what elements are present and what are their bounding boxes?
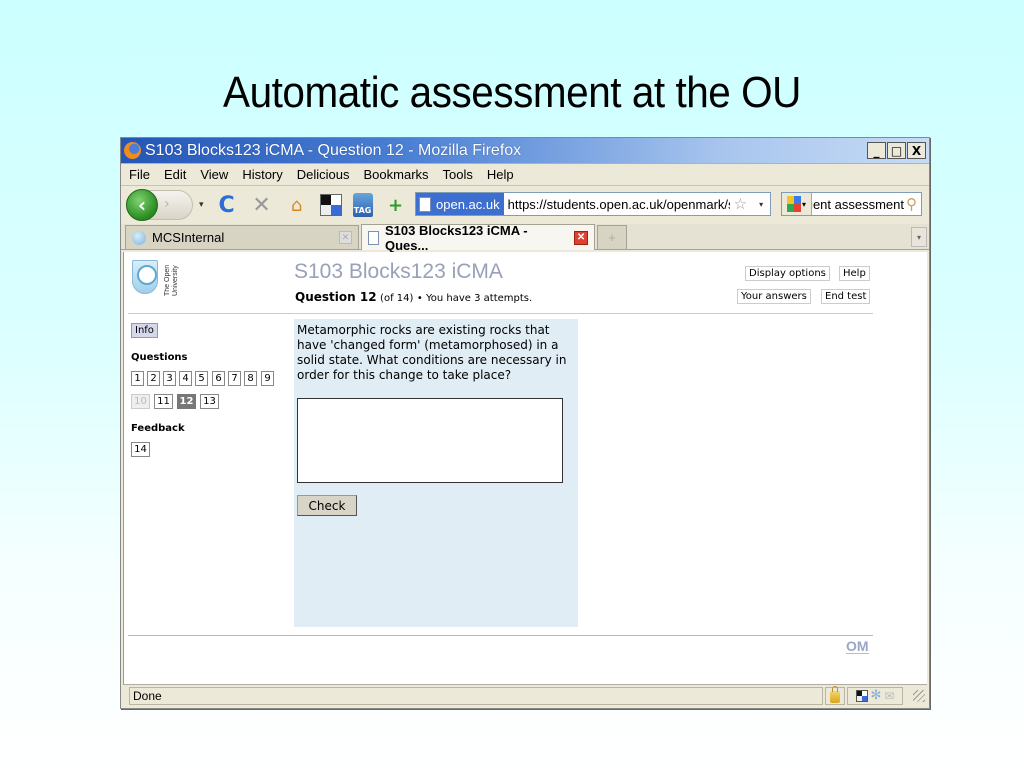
resize-grip-icon[interactable]	[913, 689, 925, 702]
globe-icon	[132, 230, 146, 245]
google-icon	[786, 196, 801, 212]
menu-delicious[interactable]: Delicious	[297, 167, 350, 182]
menu-bar: File Edit View History Delicious Bookmar…	[121, 164, 929, 186]
menu-tools[interactable]: Tools	[443, 167, 473, 182]
search-bar[interactable]: ▾ intelligent assessment ⚲	[781, 192, 922, 216]
header-divider	[128, 313, 873, 314]
new-folder-icon[interactable]: +	[384, 193, 408, 217]
stop-button[interactable]: ✕	[250, 193, 274, 218]
site-identity-label: open.ac.uk	[436, 196, 500, 212]
title-bar: S103 Blocks123 iCMA - Question 12 - Mozi…	[121, 138, 929, 164]
info-button[interactable]: Info	[131, 323, 158, 338]
question-text: Metamorphic rocks are existing rocks tha…	[297, 323, 567, 382]
feedback-nav-14[interactable]: 14	[131, 442, 150, 457]
menu-help[interactable]: Help	[487, 167, 514, 182]
snowflake-icon[interactable]: ✻	[871, 688, 882, 703]
engine-dropdown-icon: ▾	[801, 199, 806, 209]
question-nav-1[interactable]: 1	[131, 371, 144, 386]
home-button[interactable]: ⌂	[285, 193, 309, 217]
tab-list-dropdown-icon[interactable]: ▾	[911, 227, 927, 247]
close-button[interactable]: X	[907, 142, 926, 159]
browser-window: S103 Blocks123 iCMA - Question 12 - Mozi…	[120, 137, 930, 709]
question-panel: Metamorphic rocks are existing rocks tha…	[294, 319, 578, 627]
question-status-line: Question 12 (of 14) • You have 3 attempt…	[295, 290, 532, 304]
new-tab-button[interactable]: +	[597, 225, 627, 249]
tab-mcsinternal[interactable]: MCSInternal ✕	[125, 225, 359, 249]
reload-button[interactable]: C	[215, 193, 239, 218]
question-nav-7[interactable]: 7	[228, 371, 241, 386]
url-bar[interactable]: open.ac.uk https://students.open.ac.uk/o…	[415, 192, 771, 216]
status-text: Done	[129, 686, 823, 705]
history-dropdown-icon[interactable]: ▾	[199, 200, 204, 210]
search-engine-button[interactable]: ▾	[782, 193, 812, 215]
tab-label: S103 Blocks123 iCMA - Ques...	[384, 222, 528, 253]
forward-button[interactable]: ›	[164, 196, 170, 212]
tab-close-icon[interactable]: ✕	[339, 231, 352, 244]
addon-status-icons: ✻ ✉	[847, 686, 903, 705]
question-nav-8[interactable]: 8	[244, 371, 257, 386]
menu-file[interactable]: File	[129, 167, 150, 182]
question-nav-5[interactable]: 5	[195, 371, 208, 386]
ou-shield-icon	[132, 260, 158, 294]
minimize-button[interactable]: _	[867, 142, 886, 159]
url-input[interactable]: https://students.open.ac.uk/openmark/s10…	[504, 197, 730, 212]
end-test-button[interactable]: End test	[821, 289, 871, 304]
ou-logo-text: The Open University	[164, 264, 179, 296]
ou-logo	[132, 260, 162, 296]
question-label: Question 12	[295, 290, 377, 304]
tag-button[interactable]: TAG	[352, 193, 373, 217]
question-nav-12[interactable]: 12	[177, 394, 196, 409]
tab-bar: MCSInternal ✕ S103 Blocks123 iCMA - Ques…	[121, 222, 929, 253]
question-nav-10[interactable]: 10	[131, 394, 150, 409]
security-lock-cell[interactable]	[825, 686, 845, 705]
page-icon	[419, 196, 431, 212]
back-forward-group: ‹ ›	[126, 189, 193, 221]
menu-edit[interactable]: Edit	[164, 167, 186, 182]
search-go-icon[interactable]: ⚲	[906, 195, 917, 213]
display-options-button[interactable]: Display options	[745, 266, 830, 281]
menu-bookmarks[interactable]: Bookmarks	[364, 167, 429, 182]
status-bar: Done ✻ ✉	[123, 684, 927, 706]
tab-label: MCSInternal	[152, 230, 225, 245]
your-answers-button[interactable]: Your answers	[737, 289, 811, 304]
question-nav-4[interactable]: 4	[179, 371, 192, 386]
tab-icma[interactable]: S103 Blocks123 iCMA - Ques... ✕	[361, 222, 595, 253]
questions-heading: Questions	[131, 352, 188, 363]
question-nav-11[interactable]: 11	[154, 394, 173, 409]
url-dropdown-icon[interactable]: ▾	[759, 200, 763, 209]
attempts-text: • You have 3 attempts.	[416, 293, 533, 304]
lock-icon	[830, 686, 840, 703]
menu-history[interactable]: History	[242, 167, 282, 182]
tab-close-icon[interactable]: ✕	[574, 230, 588, 245]
question-nav-13[interactable]: 13	[200, 394, 219, 409]
check-button[interactable]: Check	[297, 495, 357, 516]
help-button[interactable]: Help	[839, 266, 870, 281]
feedback-heading: Feedback	[131, 423, 185, 434]
question-nav-9[interactable]: 9	[261, 371, 274, 386]
page-content: The Open University S103 Blocks123 iCMA …	[123, 252, 927, 685]
navigation-toolbar: ‹ › ▾ C ✕ ⌂ TAG + open.ac.uk https://stu…	[121, 186, 929, 224]
firefox-icon	[124, 142, 141, 159]
answer-input[interactable]	[297, 398, 563, 483]
bookmark-star-icon[interactable]: ☆	[734, 195, 747, 213]
question-of: (of 14)	[380, 293, 414, 304]
course-title: S103 Blocks123 iCMA	[294, 260, 503, 283]
site-identity-button[interactable]: open.ac.uk	[416, 193, 504, 215]
question-nav-3[interactable]: 3	[163, 371, 176, 386]
window-title: S103 Blocks123 iCMA - Question 12 - Mozi…	[145, 141, 522, 159]
question-nav-6[interactable]: 6	[212, 371, 225, 386]
openmark-logo: OM	[846, 638, 869, 654]
delicious-status-icon[interactable]	[855, 689, 868, 702]
search-input[interactable]: intelligent assessment	[812, 197, 904, 212]
footer-divider	[128, 635, 873, 636]
question-nav-2[interactable]: 2	[147, 371, 160, 386]
maximize-button[interactable]: □	[887, 142, 906, 159]
mail-icon[interactable]: ✉	[884, 689, 894, 703]
page-icon	[368, 230, 379, 245]
delicious-icon[interactable]	[319, 194, 342, 216]
menu-view[interactable]: View	[200, 167, 228, 182]
back-button[interactable]: ‹	[126, 189, 158, 221]
slide-title: Automatic assessment at the OU	[223, 68, 801, 117]
